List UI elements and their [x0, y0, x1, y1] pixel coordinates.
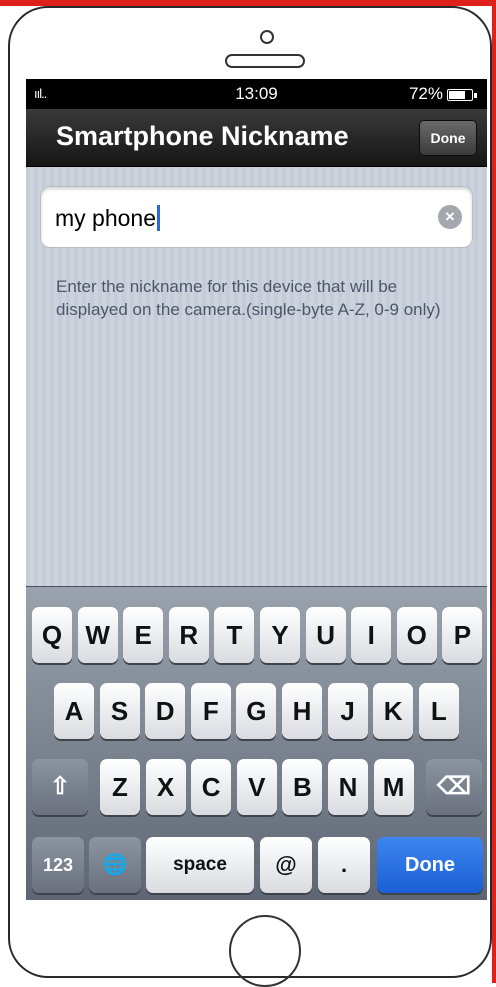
numbers-key[interactable]: 123 — [32, 837, 84, 893]
text-cursor — [157, 205, 161, 231]
globe-icon[interactable]: 🌐 — [89, 837, 141, 893]
key-m[interactable]: M — [373, 759, 414, 815]
battery-percent: 72% — [408, 84, 443, 103]
key-p[interactable]: P — [442, 607, 483, 663]
key-s[interactable]: S — [99, 683, 140, 739]
front-camera — [260, 30, 274, 44]
space-key[interactable]: space — [146, 837, 254, 893]
key-a[interactable]: A — [54, 683, 94, 739]
key-w[interactable]: W — [77, 607, 118, 663]
clear-icon[interactable]: × — [438, 205, 462, 229]
key-j[interactable]: J — [327, 683, 368, 739]
page-title: Smartphone Nickname — [56, 121, 349, 151]
battery-icon — [447, 89, 473, 101]
key-d[interactable]: D — [145, 683, 186, 739]
key-h[interactable]: H — [282, 683, 322, 739]
shift-icon[interactable]: ⇧ — [32, 759, 88, 815]
keyboard-done-button[interactable]: Done — [377, 837, 483, 893]
key-g[interactable]: G — [236, 683, 277, 739]
key-f[interactable]: F — [190, 683, 231, 739]
home-button[interactable] — [229, 915, 301, 987]
at-key[interactable]: @ — [260, 837, 312, 893]
key-r[interactable]: R — [168, 607, 209, 663]
done-button[interactable]: Done — [419, 120, 477, 156]
key-z[interactable]: Z — [100, 759, 140, 815]
backspace-icon[interactable]: ⌫ — [426, 759, 482, 815]
key-v[interactable]: V — [236, 759, 277, 815]
key-l[interactable]: L — [418, 683, 459, 739]
helper-text: Enter the nickname for this device that … — [56, 277, 441, 319]
speaker-grille — [225, 54, 305, 68]
key-b[interactable]: B — [282, 759, 323, 815]
right-red-border — [492, 0, 496, 983]
key-t[interactable]: T — [214, 607, 255, 663]
key-q[interactable]: Q — [32, 607, 72, 663]
key-y[interactable]: Y — [260, 607, 300, 663]
phone-screen: ııl.. 13:09 72% Smartphone Nickname Done… — [26, 79, 487, 900]
key-x[interactable]: X — [145, 759, 186, 815]
dot-key[interactable]: . — [318, 837, 370, 893]
nickname-input[interactable]: my phone × — [40, 186, 473, 248]
battery-fill — [449, 91, 465, 99]
keyboard: Q W E R T Y U I O P A S D F G H J K L Z X C V B N M ⇧ ⌫ 123 🌐 space @. D… — [26, 586, 487, 900]
key-c[interactable]: C — [191, 759, 232, 815]
key-o[interactable]: O — [396, 607, 437, 663]
navigation-bar: Smartphone Nickname Done — [26, 109, 487, 167]
status-bar: ııl.. 13:09 72% — [26, 79, 487, 109]
nickname-value[interactable]: my phone — [55, 205, 161, 232]
key-n[interactable]: N — [328, 759, 368, 815]
key-e[interactable]: E — [123, 607, 164, 663]
key-k[interactable]: K — [373, 683, 414, 739]
key-u[interactable]: U — [305, 607, 346, 663]
key-i[interactable]: I — [351, 607, 392, 663]
battery-nub — [474, 93, 477, 98]
